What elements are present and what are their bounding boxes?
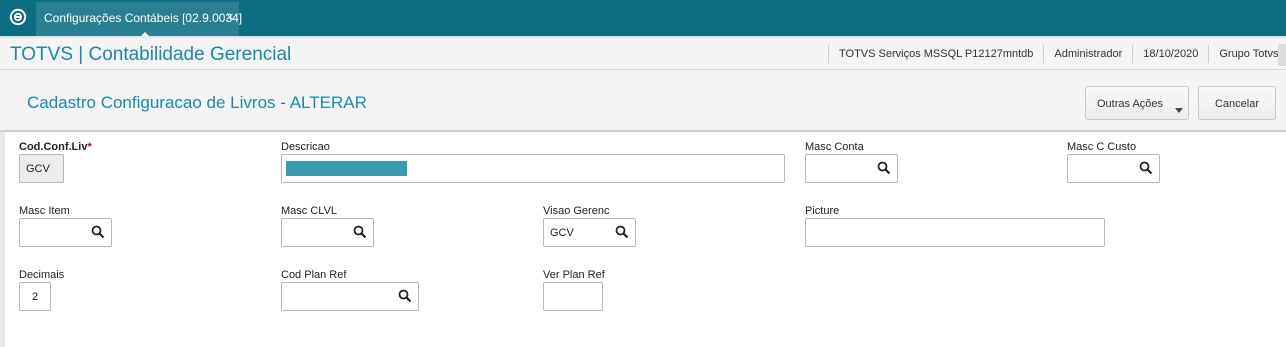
cod-plan-ref-label: Cod Plan Ref: [281, 269, 347, 281]
tab-configuracoes-contabeis[interactable]: Configurações Contábeis [02.9.0034] ×: [36, 2, 243, 38]
required-marker: *: [87, 141, 92, 153]
caret-down-icon: [1175, 108, 1183, 113]
picture-label: Picture: [805, 205, 840, 217]
server-info: TOTVS Serviços MSSQL P12127mntdb: [839, 48, 1034, 60]
descricao-label: Descricao: [281, 141, 330, 153]
close-icon[interactable]: ×: [226, 9, 234, 24]
search-icon[interactable]: [1139, 161, 1153, 175]
masc-ccusto-field[interactable]: [1067, 154, 1160, 183]
text-selection-highlight: [286, 161, 407, 176]
tab-label: Configurações Contábeis [02.9.0034]: [44, 11, 243, 25]
picture-field[interactable]: [805, 218, 1105, 247]
header-scrollbar[interactable]: [1278, 44, 1286, 66]
masc-ccusto-label: Masc C Custo: [1067, 141, 1137, 153]
visao-gerenc-label: Visao Gerenc: [543, 205, 610, 217]
cod-plan-ref-field[interactable]: [281, 282, 419, 311]
search-icon[interactable]: [877, 161, 891, 175]
decimais-field[interactable]: 2: [19, 282, 51, 311]
form-area: Cod.Conf.Liv* GCV Descricao Masc Conta M…: [0, 132, 1286, 347]
app-header: TOTVS | Contabilidade Gerencial TOTVS Se…: [0, 36, 1286, 70]
search-icon[interactable]: [615, 225, 629, 239]
user-name: Administrador: [1054, 48, 1123, 60]
cod-conf-value: GCV: [26, 163, 50, 175]
search-icon[interactable]: [398, 289, 412, 303]
top-bar: Configurações Contábeis [02.9.0034] ×: [0, 0, 1286, 38]
company-group: Grupo Totvs 1 /: [1219, 48, 1286, 60]
page-title-bar: Cadastro Configuracao de Livros - ALTERA…: [0, 70, 1286, 132]
masc-conta-field[interactable]: [805, 154, 898, 183]
search-icon[interactable]: [353, 225, 367, 239]
masc-clvl-field[interactable]: [281, 218, 374, 247]
page-title: Cadastro Configuracao de Livros - ALTERA…: [27, 93, 367, 112]
ver-plan-ref-field[interactable]: [543, 282, 603, 311]
decimais-label: Decimais: [19, 269, 65, 281]
cod-conf-field[interactable]: GCV: [19, 154, 64, 183]
cancel-button[interactable]: Cancelar: [1198, 86, 1276, 120]
session-date: 18/10/2020: [1143, 48, 1199, 60]
masc-item-field[interactable]: [19, 218, 112, 247]
ver-plan-ref-label: Ver Plan Ref: [543, 269, 605, 281]
decimais-value: 2: [31, 291, 39, 303]
cod-conf-label: Cod.Conf.Liv*: [19, 141, 92, 153]
cancel-label: Cancelar: [1214, 98, 1260, 110]
masc-clvl-label: Masc CLVL: [281, 205, 338, 217]
app-title: TOTVS | Contabilidade Gerencial: [10, 44, 292, 65]
visao-gerenc-value: GCV: [550, 227, 574, 239]
totvs-logo-icon[interactable]: [9, 8, 27, 26]
more-actions-label: Outras Ações: [1097, 98, 1164, 110]
header-info: TOTVS Serviços MSSQL P12127mntdb Adminis…: [828, 38, 1286, 70]
more-actions-button[interactable]: Outras Ações: [1085, 86, 1189, 120]
visao-gerenc-field[interactable]: GCV: [543, 218, 636, 247]
masc-item-label: Masc Item: [19, 205, 70, 217]
masc-conta-label: Masc Conta: [805, 141, 864, 153]
search-icon[interactable]: [91, 225, 105, 239]
descricao-field[interactable]: [281, 154, 785, 183]
cod-conf-label-text: Cod.Conf.Liv: [19, 141, 88, 153]
